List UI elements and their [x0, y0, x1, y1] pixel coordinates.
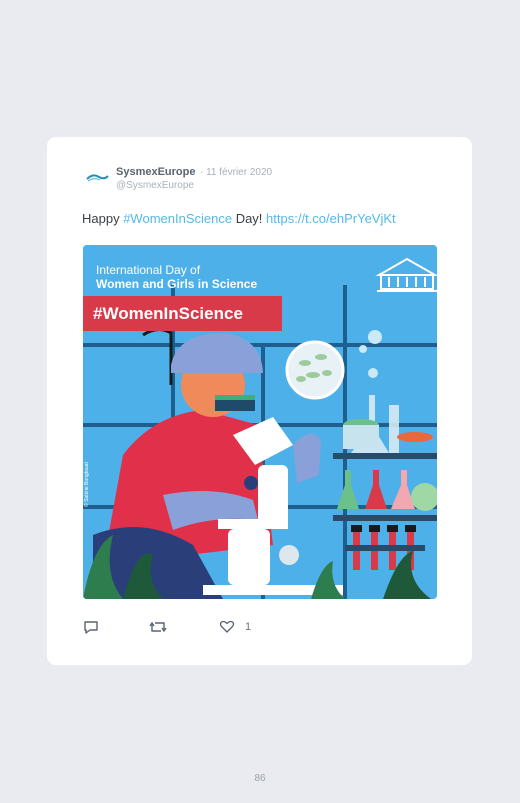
tweet-text-middle: Day! [232, 211, 267, 226]
image-subtitle-line2: Women and Girls in Science [96, 277, 257, 291]
image-subtitle-line1: International Day of [96, 263, 201, 277]
display-name[interactable]: SysmexEurope [116, 166, 195, 178]
user-handle[interactable]: @SysmexEurope [116, 180, 194, 191]
heart-icon [219, 620, 235, 633]
tweet-text-start: Happy [82, 211, 124, 226]
retweet-button[interactable] [149, 620, 167, 634]
retweet-icon [149, 621, 167, 633]
tweet-text: Happy #WomenInScience Day! https://t.co/… [82, 211, 396, 226]
image-credit: © Sabine Bongtouat [83, 462, 90, 507]
sysmex-logo-avatar[interactable] [85, 170, 109, 186]
tweet-actions: 1 [83, 620, 383, 640]
like-button[interactable]: 1 [219, 620, 251, 634]
hashtag-link[interactable]: #WomenInScience [123, 211, 232, 226]
tweet-date[interactable]: · 11 février 2020 [200, 167, 272, 178]
tweet-card: SysmexEurope · 11 février 2020 @SysmexEu… [47, 137, 472, 665]
like-count: 1 [245, 621, 252, 633]
reply-icon [84, 621, 98, 634]
page-number: 86 [254, 773, 266, 784]
url-link[interactable]: https://t.co/ehPrYeVjKt [266, 211, 396, 226]
image-banner-text: #WomenInScience [93, 304, 243, 323]
petri-dish-icon [285, 340, 345, 400]
reply-button[interactable] [83, 620, 99, 634]
tweet-image[interactable]: International Day of Women and Girls in … [83, 245, 437, 599]
